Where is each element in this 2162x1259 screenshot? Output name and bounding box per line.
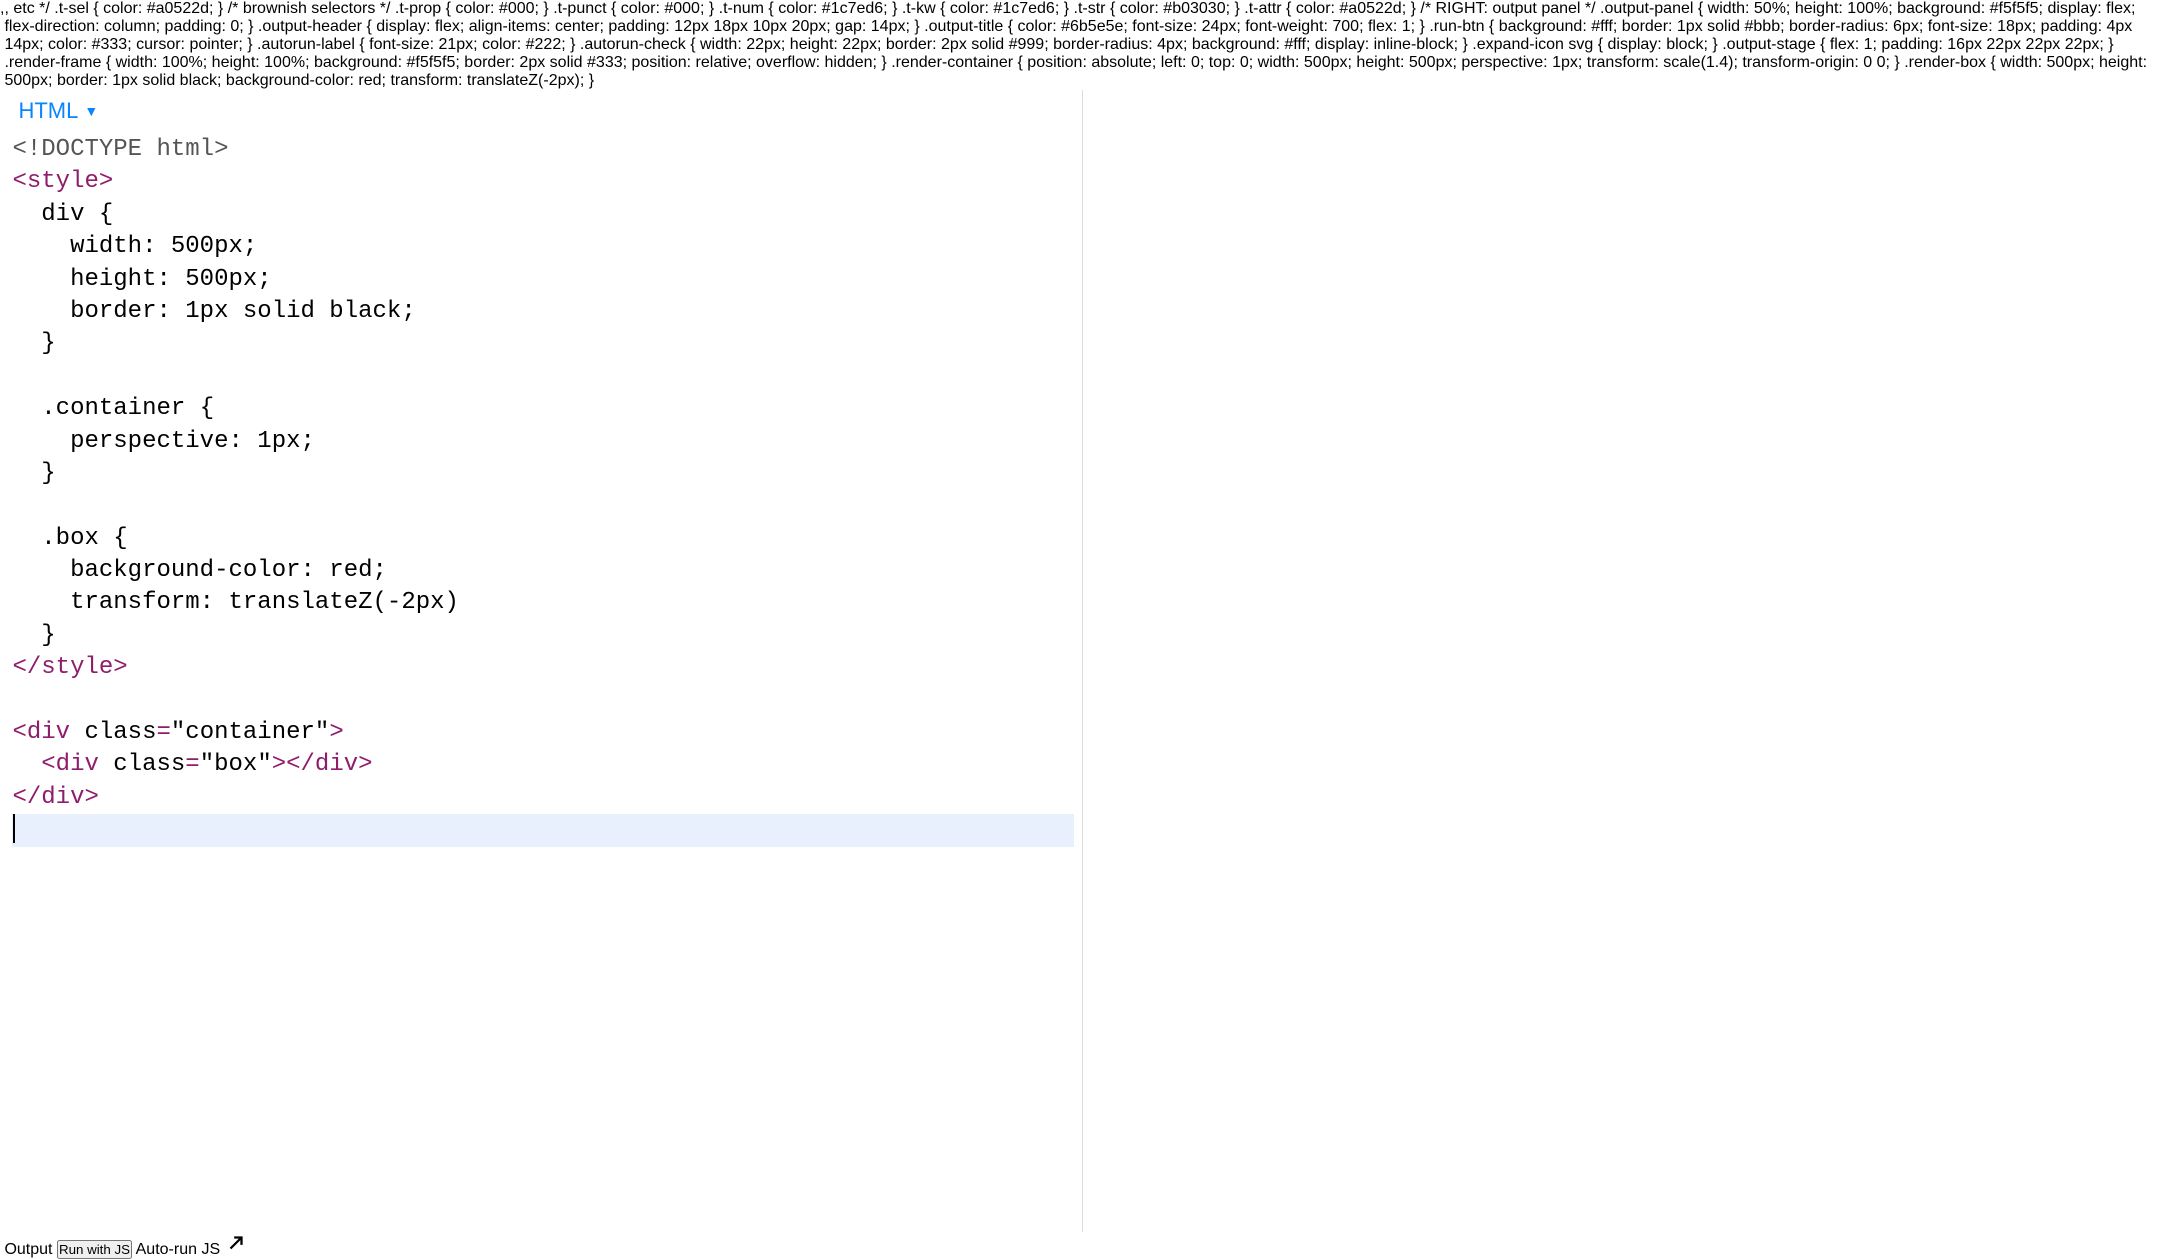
- code-line[interactable]: [12, 361, 1074, 393]
- code-line[interactable]: </style>: [12, 652, 1074, 684]
- code-line[interactable]: <div class="container">: [12, 717, 1074, 749]
- code-line[interactable]: <style>: [12, 166, 1074, 198]
- editor-panel: HTML ▼ <!DOCTYPE html><style> div { widt…: [4, 90, 1083, 1232]
- code-line[interactable]: .container {: [12, 393, 1074, 425]
- expand-icon[interactable]: [225, 1241, 247, 1258]
- code-line[interactable]: .box {: [12, 523, 1074, 555]
- code-line[interactable]: border: 1px solid black;: [12, 296, 1074, 328]
- code-cursor-line[interactable]: [12, 814, 1074, 846]
- code-line[interactable]: }: [12, 458, 1074, 490]
- code-editor[interactable]: <!DOCTYPE html><style> div { width: 500p…: [4, 128, 1082, 1232]
- code-line[interactable]: }: [12, 620, 1074, 652]
- code-line[interactable]: <!DOCTYPE html>: [12, 134, 1074, 166]
- code-line[interactable]: <div class="box"></div>: [12, 749, 1074, 781]
- code-line[interactable]: height: 500px;: [12, 264, 1074, 296]
- autorun-label: Auto-run JS: [136, 1241, 220, 1258]
- code-line[interactable]: perspective: 1px;: [12, 426, 1074, 458]
- tab-html[interactable]: HTML: [18, 98, 78, 124]
- code-line[interactable]: </div>: [12, 782, 1074, 814]
- code-line[interactable]: [12, 490, 1074, 522]
- text-cursor: [13, 814, 15, 843]
- code-line[interactable]: div {: [12, 199, 1074, 231]
- code-line[interactable]: background-color: red;: [12, 555, 1074, 587]
- run-with-js-button[interactable]: Run with JS: [57, 1240, 132, 1259]
- editor-tabs: HTML ▼: [4, 90, 1082, 128]
- code-line[interactable]: }: [12, 328, 1074, 360]
- tab-dropdown-icon[interactable]: ▼: [84, 104, 98, 118]
- code-line[interactable]: width: 500px;: [12, 231, 1074, 263]
- output-header: Output Run with JS Auto-run JS: [4, 1232, 2162, 1259]
- code-line[interactable]: transform: translateZ(-2px): [12, 587, 1074, 619]
- code-line[interactable]: [12, 685, 1074, 717]
- output-panel: Output Run with JS Auto-run JS: [4, 1232, 2162, 1259]
- output-title: Output: [4, 1241, 52, 1258]
